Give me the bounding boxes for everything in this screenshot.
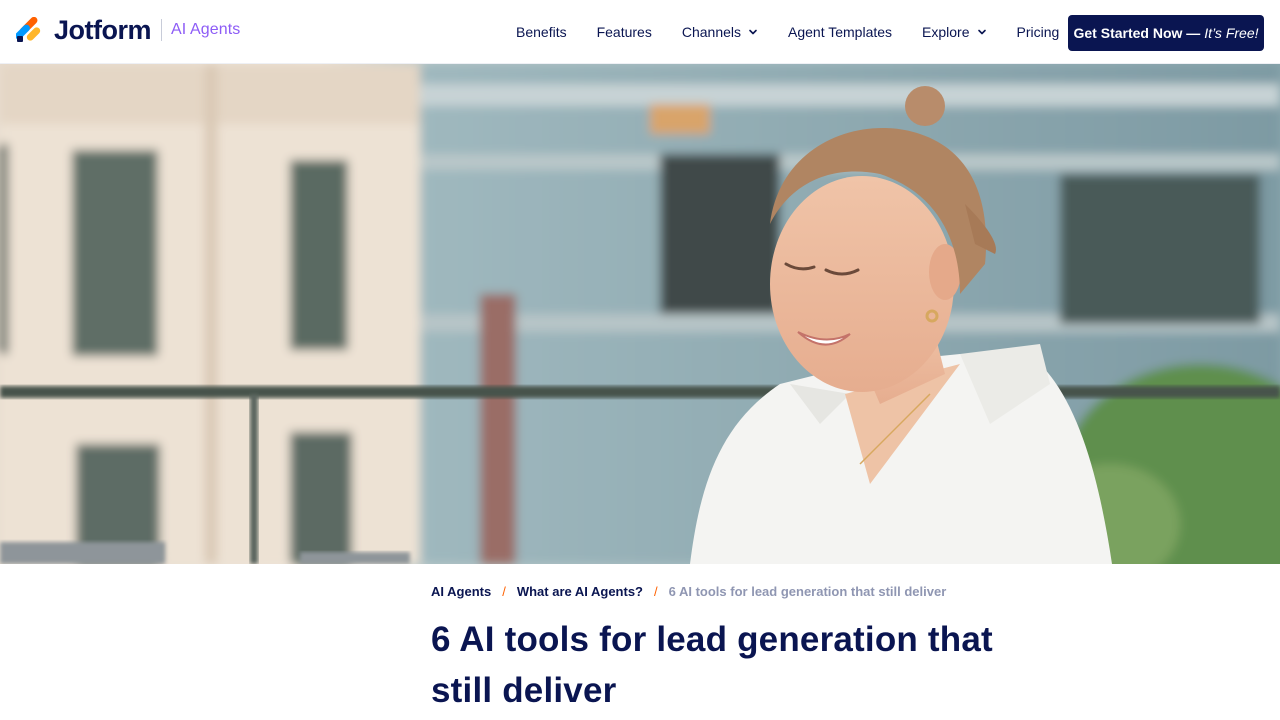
nav-features-label: Features — [596, 24, 652, 40]
breadcrumb-current-page: 6 AI tools for lead generation that stil… — [668, 584, 947, 599]
page-title-line-1: 6 AI tools for lead generation that — [431, 620, 993, 659]
site-header: Jotform AI Agents Benefits Features Chan… — [0, 0, 1280, 64]
breadcrumb: AI Agents / What are AI Agents? / 6 AI t… — [431, 584, 946, 599]
breadcrumb-what-are-ai-agents[interactable]: What are AI Agents? — [517, 584, 643, 599]
page-title: 6 AI tools for lead generation that stil… — [431, 614, 1051, 716]
nav-pricing-label: Pricing — [1016, 24, 1060, 40]
get-started-label: Get Started Now — — [1073, 25, 1201, 41]
jotform-logo-icon — [16, 17, 41, 42]
chevron-down-icon — [749, 29, 757, 35]
main-nav: Benefits Features Channels Agent Templat… — [516, 0, 1059, 64]
brand-name: Jotform — [54, 14, 152, 45]
nav-pricing[interactable]: Pricing — [1017, 24, 1060, 40]
nav-agent-templates[interactable]: Agent Templates — [788, 24, 892, 40]
get-started-button[interactable]: Get Started Now — It’s Free! — [1068, 15, 1264, 51]
brand-product-name: AI Agents — [171, 21, 241, 38]
brand-divider — [161, 19, 162, 41]
nav-benefits-label: Benefits — [516, 24, 567, 40]
nav-channels-label: Channels — [681, 24, 741, 40]
page-title-line-2: still deliver — [431, 671, 617, 710]
breadcrumb-separator: / — [502, 584, 506, 599]
breadcrumb-ai-agents[interactable]: AI Agents — [431, 584, 491, 599]
hero-image — [0, 64, 1280, 564]
nav-features[interactable]: Features — [597, 24, 652, 40]
chevron-down-icon — [977, 29, 986, 35]
breadcrumb-separator: / — [654, 584, 658, 599]
nav-channels[interactable]: Channels — [682, 24, 758, 40]
get-started-free-label: It’s Free! — [1204, 25, 1259, 41]
nav-explore-label: Explore — [922, 24, 970, 40]
nav-agent-templates-label: Agent Templates — [788, 24, 893, 40]
hero-photo-icon — [0, 64, 1280, 564]
nav-benefits[interactable]: Benefits — [516, 24, 567, 40]
brand-logo[interactable]: Jotform AI Agents — [16, 15, 240, 45]
nav-explore[interactable]: Explore — [922, 24, 986, 40]
